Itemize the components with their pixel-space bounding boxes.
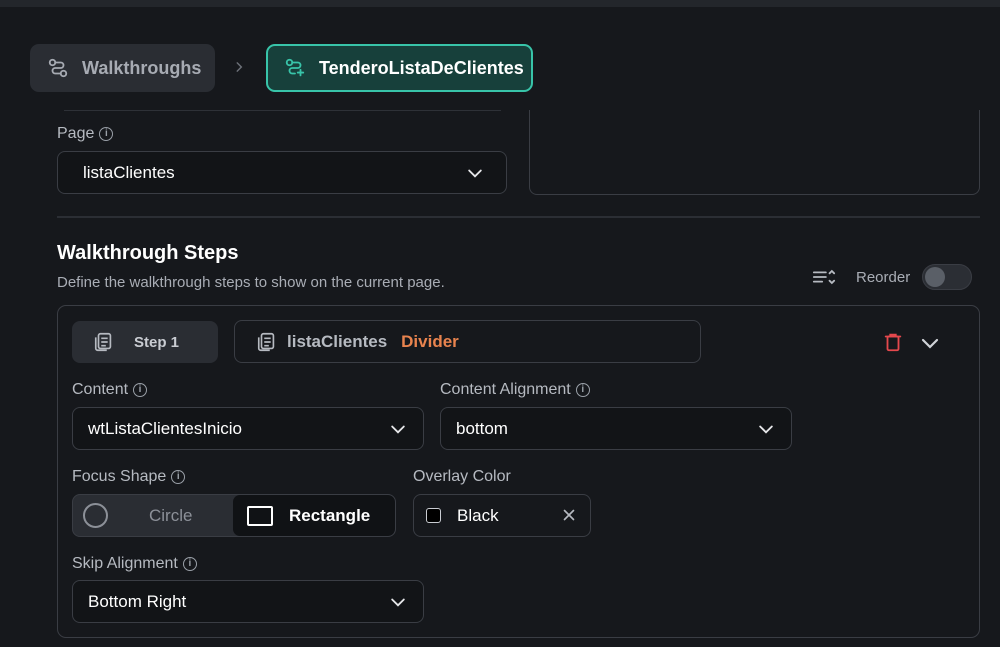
step-widget-name: Divider bbox=[401, 331, 459, 351]
toggle-knob bbox=[925, 267, 946, 287]
step-badge-label: Step 1 bbox=[134, 333, 180, 351]
route-add-icon bbox=[283, 56, 307, 80]
reorder-toggle[interactable] bbox=[922, 264, 973, 290]
content-label-text: Content bbox=[72, 381, 129, 398]
section-separator bbox=[64, 110, 501, 111]
skip-alignment-label-text: Skip Alignment bbox=[72, 555, 178, 572]
breadcrumb-chevron-icon bbox=[232, 57, 246, 80]
preview-panel bbox=[529, 110, 980, 195]
pages-icon bbox=[255, 330, 279, 354]
reorder-controls: Reorder bbox=[812, 264, 973, 290]
focus-shape-circle-option[interactable]: Circle bbox=[73, 495, 233, 536]
reorder-label: Reorder bbox=[856, 268, 911, 286]
info-icon[interactable]: i bbox=[575, 383, 590, 397]
circle-option-label: Circle bbox=[149, 505, 193, 525]
focus-shape-toggle: Circle Rectangle bbox=[72, 494, 396, 537]
skip-alignment-field-label: Skip Alignment i bbox=[72, 555, 197, 573]
focus-shape-label-text: Focus Shape bbox=[72, 468, 167, 485]
chevron-down-icon bbox=[464, 162, 486, 184]
collapse-step-icon[interactable] bbox=[918, 331, 942, 360]
chevron-down-icon bbox=[755, 418, 777, 440]
content-select[interactable]: wtListaClientesInicio bbox=[72, 407, 424, 450]
steps-section-description: Define the walkthrough steps to show on … bbox=[57, 274, 445, 291]
page-select[interactable]: listaClientes bbox=[57, 151, 507, 194]
step-target-selector[interactable]: listaClientes Divider bbox=[234, 320, 701, 363]
overlay-color-picker[interactable]: Black bbox=[413, 494, 591, 537]
delete-step-icon[interactable] bbox=[882, 331, 904, 358]
breadcrumb-current-walkthrough[interactable]: TenderoListaDeClientes bbox=[266, 44, 533, 92]
overlay-color-field-label: Overlay Color bbox=[413, 468, 511, 486]
page-field-label: Page i bbox=[57, 125, 114, 143]
overlay-color-value: Black bbox=[457, 505, 499, 525]
chevron-down-icon bbox=[387, 418, 409, 440]
pages-icon bbox=[92, 330, 116, 354]
section-divider bbox=[57, 216, 980, 218]
info-icon[interactable]: i bbox=[171, 470, 186, 484]
info-icon[interactable]: i bbox=[182, 557, 197, 571]
content-alignment-value: bottom bbox=[456, 418, 508, 438]
info-icon[interactable]: i bbox=[99, 127, 114, 141]
step-badge[interactable]: Step 1 bbox=[72, 321, 218, 363]
chevron-down-icon bbox=[387, 591, 409, 613]
content-select-value: wtListaClientesInicio bbox=[88, 418, 243, 438]
route-icon bbox=[46, 56, 70, 80]
steps-section-title: Walkthrough Steps bbox=[57, 242, 239, 264]
collapse-all-icon[interactable] bbox=[812, 265, 836, 289]
focus-shape-rectangle-option[interactable]: Rectangle bbox=[233, 495, 395, 536]
breadcrumb-parent-label: Walkthroughs bbox=[82, 57, 202, 78]
clear-color-icon[interactable] bbox=[560, 506, 578, 529]
circle-shape-icon bbox=[83, 503, 108, 528]
content-field-label: Content i bbox=[72, 381, 148, 399]
color-swatch[interactable] bbox=[426, 508, 441, 523]
overlay-color-label-text: Overlay Color bbox=[413, 468, 511, 485]
step-page-name: listaClientes bbox=[287, 331, 388, 351]
content-alignment-field-label: Content Alignment i bbox=[440, 381, 590, 399]
page-label-text: Page bbox=[57, 125, 95, 142]
focus-shape-field-label: Focus Shape i bbox=[72, 468, 186, 486]
content-alignment-select[interactable]: bottom bbox=[440, 407, 792, 450]
breadcrumb-current-label: TenderoListaDeClientes bbox=[319, 57, 524, 78]
rectangle-option-label: Rectangle bbox=[289, 505, 371, 525]
content-alignment-label-text: Content Alignment bbox=[440, 381, 571, 398]
skip-alignment-value: Bottom Right bbox=[88, 591, 187, 611]
page-select-value: listaClientes bbox=[83, 162, 175, 182]
breadcrumb-walkthroughs[interactable]: Walkthroughs bbox=[30, 44, 215, 92]
skip-alignment-select[interactable]: Bottom Right bbox=[72, 580, 424, 623]
info-icon[interactable]: i bbox=[133, 383, 148, 397]
top-bar bbox=[0, 0, 1000, 7]
rectangle-shape-icon bbox=[247, 505, 273, 526]
